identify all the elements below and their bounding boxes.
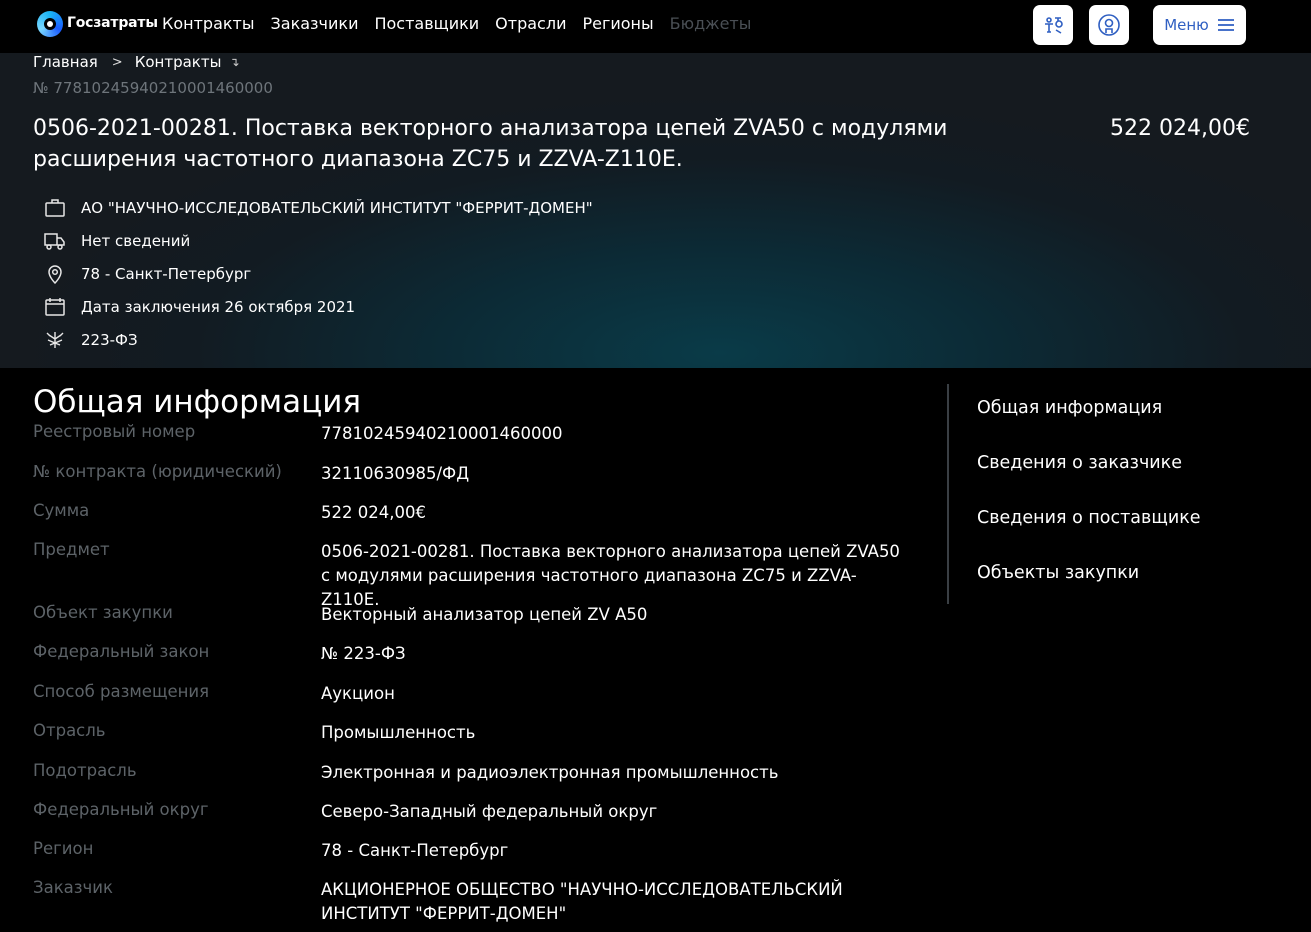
accessibility-button[interactable]: [1033, 5, 1073, 45]
info-label: Сумма: [33, 501, 90, 520]
contract-title: 0506-2021-00281. Поставка векторного ана…: [33, 116, 948, 172]
info-row: Отрасль Промышленность: [33, 721, 933, 761]
briefcase-icon: [44, 197, 66, 219]
menu-button[interactable]: Меню: [1153, 5, 1246, 45]
contract-header: Главная > Контракты ↴ № 7781024594021000…: [0, 53, 1311, 368]
info-row: Заказчик АКЦИОНЕРНОЕ ОБЩЕСТВО "НАУЧНО-ИС…: [33, 878, 933, 928]
nav-customers[interactable]: Заказчики: [271, 14, 359, 33]
info-label: Подотрасль: [33, 761, 137, 780]
info-value: 522 024,00€: [321, 503, 426, 522]
nav-suppliers[interactable]: Поставщики: [374, 14, 479, 33]
info-label: Регион: [33, 839, 94, 858]
nav-contracts[interactable]: Контракты: [162, 14, 255, 33]
sort-arrow-icon[interactable]: ↴: [229, 55, 239, 69]
toc-customer-info[interactable]: Сведения о заказчике: [977, 453, 1201, 508]
info-label: Объект закупки: [33, 603, 173, 622]
accessibility-icon: [1045, 17, 1063, 34]
info-value[interactable]: АКЦИОНЕРНОЕ ОБЩЕСТВО "НАУЧНО-ИССЛЕДОВАТЕ…: [321, 878, 901, 928]
contract-facts: АО "НАУЧНО-ИССЛЕДОВАТЕЛЬСКИЙ ИНСТИТУТ "Ф…: [44, 191, 593, 356]
info-row: Способ размещения Аукцион: [33, 682, 933, 721]
info-row: Сумма 522 024,00€: [33, 501, 933, 540]
brand-name[interactable]: Госзатраты: [67, 15, 158, 31]
fact-supplier-text: Нет сведений: [81, 231, 191, 250]
fact-law: 223-ФЗ: [44, 323, 593, 356]
info-value: 78 - Санкт-Петербург: [321, 841, 509, 860]
info-row: Реестровый номер 77810245940210001460000: [33, 422, 933, 462]
breadcrumb-home[interactable]: Главная: [33, 53, 98, 71]
info-row: № контракта (юридический) 32110630985/ФД: [33, 462, 933, 501]
info-value: Северо-Западный федеральный округ: [321, 802, 658, 821]
nav-regions[interactable]: Регионы: [582, 14, 653, 33]
logo-icon[interactable]: [37, 11, 63, 37]
info-label: Отрасль: [33, 721, 106, 740]
info-label: Способ размещения: [33, 682, 210, 701]
info-label: № контракта (юридический): [33, 462, 282, 481]
info-row: Объект закупки Векторный анализатор цепе…: [33, 603, 933, 642]
fact-region-text: 78 - Санкт-Петербург: [81, 264, 252, 283]
user-icon: [1098, 14, 1120, 36]
menu-label: Меню: [1164, 16, 1209, 34]
info-row: Подотрасль Электронная и радиоэлектронна…: [33, 761, 933, 800]
nav-industries[interactable]: Отрасли: [495, 14, 566, 33]
hamburger-icon: [1217, 19, 1234, 31]
main-nav: Контракты Заказчики Поставщики Отрасли Р…: [162, 14, 767, 33]
toc-divider: [947, 384, 949, 604]
truck-icon: [44, 230, 66, 252]
info-value: Электронная и радиоэлектронная промышлен…: [321, 763, 779, 782]
info-label: Предмет: [33, 540, 110, 559]
calendar-icon: [44, 296, 66, 318]
info-row: Федеральный округ Северо-Западный федера…: [33, 800, 933, 839]
fact-region: 78 - Санкт-Петербург: [44, 257, 593, 290]
info-label: Федеральный округ: [33, 800, 209, 819]
contract-price: 522 024,00€: [1110, 116, 1250, 141]
info-label: Заказчик: [33, 878, 113, 897]
contract-number: № 77810245940210001460000: [33, 79, 273, 97]
fact-customer: АО "НАУЧНО-ИССЛЕДОВАТЕЛЬСКИЙ ИНСТИТУТ "Ф…: [44, 191, 593, 224]
nav-budgets: Бюджеты: [669, 14, 752, 33]
fact-date: Дата заключения 26 октября 2021: [44, 290, 593, 323]
location-pin-icon: [44, 263, 66, 285]
toc-supplier-info[interactable]: Сведения о поставщике: [977, 508, 1201, 563]
info-value: 0506-2021-00281. Поставка векторного ана…: [321, 542, 900, 609]
top-bar: Госзатраты Контракты Заказчики Поставщик…: [0, 0, 1311, 53]
toc-general-info[interactable]: Общая информация: [977, 398, 1201, 453]
info-row: Федеральный закон № 223-ФЗ: [33, 642, 933, 682]
info-value: Векторный анализатор цепей ZV A50: [321, 605, 648, 624]
breadcrumb: Главная > Контракты ↴: [33, 53, 240, 71]
breadcrumb-contracts[interactable]: Контракты: [135, 53, 222, 71]
account-button[interactable]: [1089, 5, 1129, 45]
info-value: Промышленность: [321, 723, 476, 742]
page-toc: Общая информация Сведения о заказчике Св…: [977, 398, 1201, 618]
chevron-right-icon: >: [111, 54, 123, 70]
info-row: Регион 78 - Санкт-Петербург: [33, 839, 933, 878]
general-info-table: Реестровый номер 77810245940210001460000…: [33, 422, 933, 928]
info-label: Реестровый номер: [33, 422, 196, 441]
info-value: Аукцион: [321, 684, 395, 703]
emblem-icon: [44, 329, 66, 351]
info-label: Федеральный закон: [33, 642, 210, 661]
toc-purchase-objects[interactable]: Объекты закупки: [977, 563, 1201, 618]
fact-date-text: Дата заключения 26 октября 2021: [81, 297, 356, 316]
fact-supplier: Нет сведений: [44, 224, 593, 257]
info-value: № 223-ФЗ: [321, 644, 406, 663]
info-value: 32110630985/ФД: [321, 464, 470, 483]
fact-law-text: 223-ФЗ: [81, 330, 138, 349]
info-value: 77810245940210001460000: [321, 424, 563, 443]
info-row: Предмет 0506-2021-00281. Поставка вектор…: [33, 540, 933, 609]
section-title-general: Общая информация: [33, 384, 362, 420]
fact-customer-text[interactable]: АО "НАУЧНО-ИССЛЕДОВАТЕЛЬСКИЙ ИНСТИТУТ "Ф…: [81, 199, 593, 217]
